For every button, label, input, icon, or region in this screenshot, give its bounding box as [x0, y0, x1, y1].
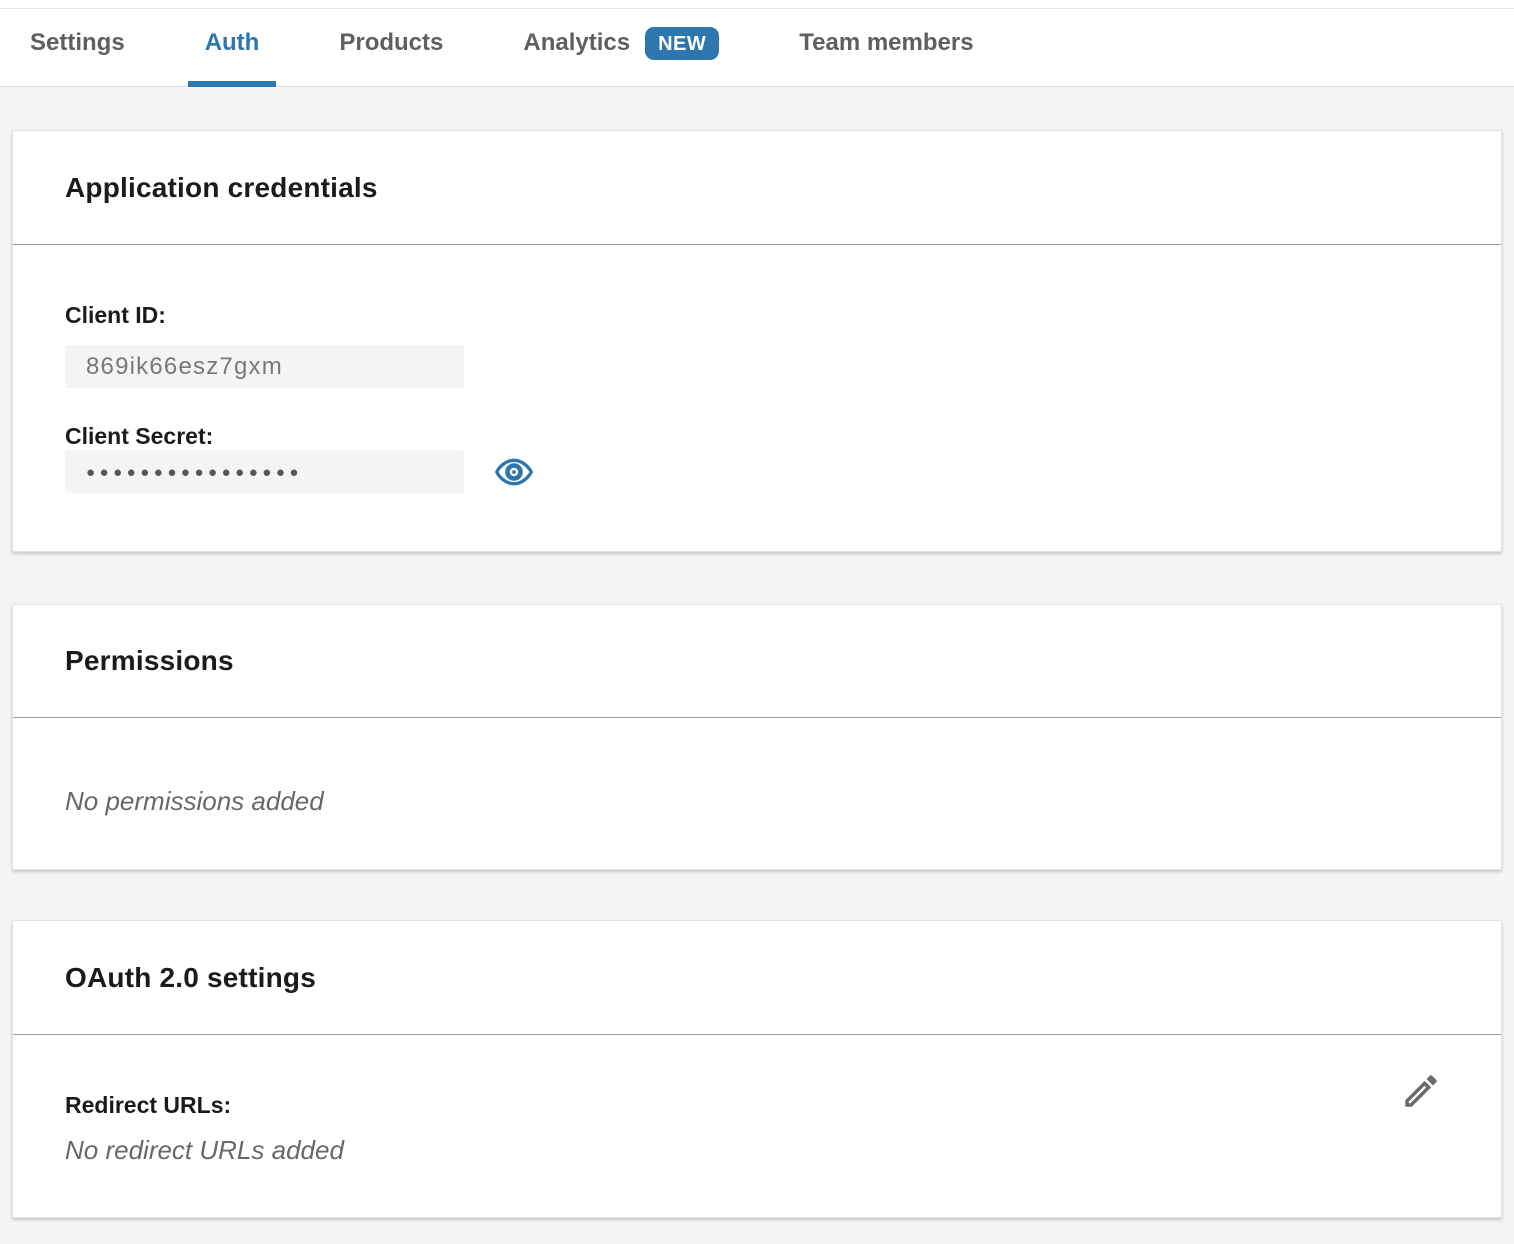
- client-id-value: 869ik66esz7gxm: [86, 353, 283, 381]
- client-secret-label: Client Secret:: [65, 422, 1449, 450]
- application-credentials-header: Application credentials: [13, 131, 1501, 245]
- permissions-title: Permissions: [65, 645, 234, 677]
- client-secret-row: ●●●●●●●●●●●●●●●●: [65, 450, 1449, 493]
- tab-auth-label: Auth: [205, 29, 260, 57]
- reveal-secret-button[interactable]: [495, 455, 533, 489]
- eye-icon: [495, 457, 533, 487]
- client-secret-masked-value: ●●●●●●●●●●●●●●●●: [86, 463, 303, 480]
- tab-team-members[interactable]: Team members: [782, 0, 990, 86]
- client-id-label: Client ID:: [65, 301, 1449, 329]
- client-secret-field[interactable]: ●●●●●●●●●●●●●●●●: [65, 450, 464, 493]
- permissions-empty-text: No permissions added: [65, 786, 1449, 816]
- tab-settings[interactable]: Settings: [13, 0, 142, 86]
- new-badge: NEW: [645, 27, 719, 60]
- tab-analytics-label: Analytics: [523, 29, 630, 57]
- tab-team-members-label: Team members: [799, 29, 973, 57]
- redirect-urls-label: Redirect URLs:: [65, 1091, 1449, 1119]
- permissions-card: Permissions No permissions added: [12, 604, 1502, 870]
- app-tab-bar: Settings Auth Products Analytics NEW Tea…: [0, 0, 1514, 87]
- application-credentials-title: Application credentials: [65, 172, 378, 204]
- permissions-header: Permissions: [13, 605, 1501, 718]
- permissions-body: No permissions added: [13, 718, 1501, 869]
- edit-redirect-urls-button[interactable]: [1399, 1069, 1443, 1113]
- tab-products-label: Products: [339, 29, 443, 57]
- tab-auth[interactable]: Auth: [188, 0, 277, 86]
- client-id-field[interactable]: 869ik66esz7gxm: [65, 345, 464, 388]
- tab-products[interactable]: Products: [322, 0, 460, 86]
- pencil-edit-icon: [1400, 1070, 1442, 1112]
- tab-settings-label: Settings: [30, 29, 125, 57]
- oauth-settings-body: Redirect URLs: No redirect URLs added: [13, 1035, 1501, 1217]
- oauth-settings-header: OAuth 2.0 settings: [13, 921, 1501, 1035]
- application-credentials-card: Application credentials Client ID: 869ik…: [12, 130, 1502, 552]
- oauth-settings-title: OAuth 2.0 settings: [65, 962, 316, 994]
- oauth-settings-card: OAuth 2.0 settings Redirect URLs: No red…: [12, 920, 1502, 1218]
- tab-analytics[interactable]: Analytics NEW: [506, 0, 736, 86]
- application-credentials-body: Client ID: 869ik66esz7gxm Client Secret:…: [13, 245, 1501, 551]
- redirect-urls-empty-text: No redirect URLs added: [65, 1135, 1449, 1165]
